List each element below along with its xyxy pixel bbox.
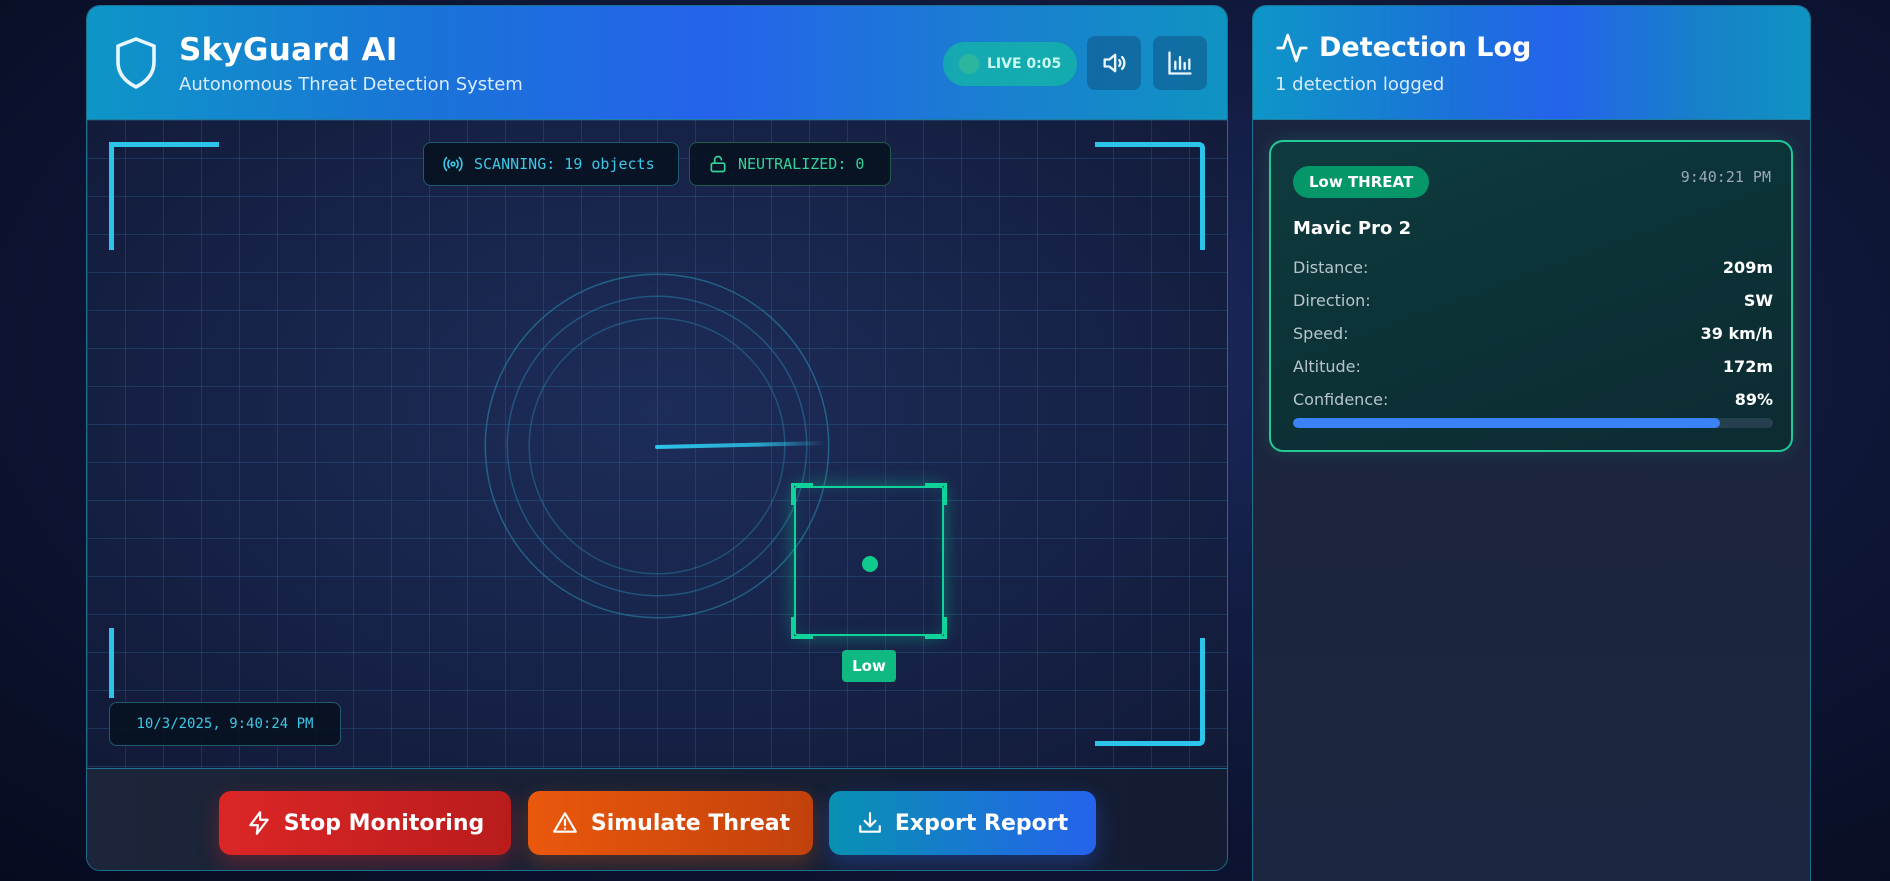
viewport-timestamp: 10/3/2025, 9:40:24 PM [109, 702, 341, 746]
stat-label: Confidence: [1293, 390, 1389, 409]
radar-sweep [655, 441, 828, 449]
drone-model: Mavic Pro 2 [1293, 218, 1412, 239]
warning-icon [552, 812, 577, 833]
speaker-icon [1103, 53, 1126, 73]
threat-level-badge: Low THREAT [1293, 166, 1430, 198]
shield-icon [116, 37, 156, 89]
download-icon [859, 812, 881, 833]
stat-altitude: Altitude: 172m [1293, 357, 1773, 376]
stat-distance: Distance: 209m [1293, 258, 1773, 277]
control-bar: Stop Monitoring Simulate Threat Export R… [87, 768, 1227, 870]
stat-value: 209m [1722, 258, 1773, 277]
live-timer: LIVE 0:05 [987, 56, 1062, 72]
detection-log-panel: Detection Log 1 detection logged Low THR… [1252, 5, 1811, 881]
simulate-threat-label: Simulate Threat [590, 810, 791, 836]
stats-button[interactable] [1153, 36, 1207, 90]
stat-direction: Direction: SW [1293, 291, 1773, 310]
target-threat-label: Low [842, 650, 896, 682]
app-title: SkyGuard AI [179, 32, 398, 68]
stat-label: Altitude: [1293, 357, 1361, 376]
app-subtitle: Autonomous Threat Detection System [179, 74, 523, 95]
detection-entry[interactable]: Low THREAT 9:40:21 PM Mavic Pro 2 Distan… [1269, 140, 1793, 452]
simulate-threat-button[interactable]: Simulate Threat [528, 791, 813, 855]
pulse-icon [1276, 33, 1308, 63]
stat-value: SW [1743, 291, 1773, 310]
export-report-label: Export Report [894, 810, 1069, 836]
detection-log-header: Detection Log 1 detection logged [1253, 6, 1810, 120]
target-corner [791, 617, 813, 639]
stat-confidence: Confidence: 89% [1293, 390, 1773, 409]
bar-chart-icon [1168, 51, 1192, 75]
stat-value: 89% [1734, 390, 1773, 409]
detection-log-title: Detection Log [1319, 32, 1532, 63]
target-blip [862, 556, 878, 572]
radar-display [484, 273, 830, 619]
main-panel: SkyGuard AI Autonomous Threat Detection … [86, 5, 1228, 871]
detection-count: 1 detection logged [1275, 74, 1445, 95]
live-badge: LIVE 0:05 [943, 42, 1077, 86]
stat-label: Distance: [1293, 258, 1369, 277]
lightning-icon [248, 811, 269, 835]
target-corner [791, 483, 813, 505]
target-lock-box[interactable] [791, 483, 947, 639]
confidence-bar [1293, 418, 1773, 428]
export-report-button[interactable]: Export Report [829, 791, 1096, 855]
stop-monitoring-label: Stop Monitoring [283, 810, 485, 836]
stat-value: 172m [1722, 357, 1773, 376]
target-corner [925, 617, 947, 639]
confidence-bar-fill [1293, 418, 1721, 428]
stat-label: Direction: [1293, 291, 1371, 310]
sound-toggle-button[interactable] [1087, 36, 1141, 90]
stat-label: Speed: [1293, 324, 1349, 343]
live-indicator-dot [959, 54, 979, 74]
radar-viewport: SCANNING: 19 objects NEUTRALIZED: 0 Low … [87, 120, 1227, 768]
target-corner [925, 483, 947, 505]
stat-value: 39 km/h [1700, 324, 1773, 343]
stop-monitoring-button[interactable]: Stop Monitoring [219, 791, 511, 855]
detection-time: 9:40:21 PM [1680, 168, 1771, 186]
app-header: SkyGuard AI Autonomous Threat Detection … [87, 6, 1227, 120]
stat-speed: Speed: 39 km/h [1293, 324, 1773, 343]
